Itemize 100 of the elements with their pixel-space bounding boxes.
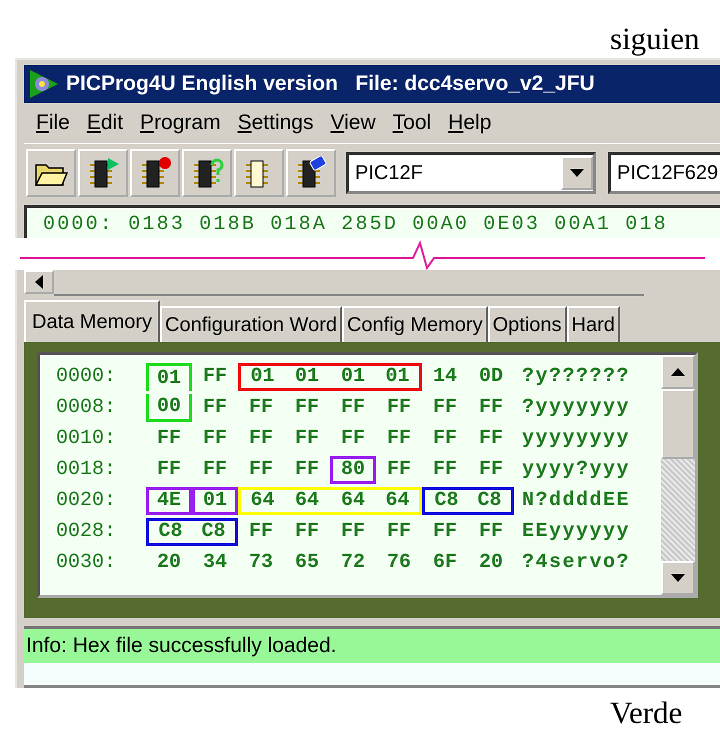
hex-byte: FF (432, 426, 458, 452)
menu-item[interactable]: Help (444, 111, 500, 135)
device-dropdown[interactable]: PIC12F629 (608, 152, 720, 194)
menu-item[interactable]: Settings (234, 111, 322, 135)
hex-byte: FF (340, 426, 366, 452)
hex-byte: FF (156, 457, 182, 483)
horizontal-scrollbar[interactable] (24, 270, 644, 296)
ascii-text: ?y?????? (522, 365, 630, 388)
hex-byte: 65 (294, 550, 320, 576)
hex-byte: FF (248, 426, 274, 452)
hex-byte: C8 (192, 518, 238, 546)
hex-byte: FF (202, 426, 228, 452)
hex-byte: FF (340, 395, 366, 421)
hex-byte: FF (478, 395, 504, 421)
hex-byte: 6F (432, 550, 458, 576)
toolbar-button[interactable] (286, 149, 336, 197)
hex-byte: FF (294, 457, 320, 483)
left-arrow-icon (35, 275, 43, 289)
document-text: Verde (610, 695, 682, 730)
status-text: Info: Hex file successfully loaded. (26, 634, 336, 658)
hex-byte: FF (202, 395, 228, 421)
scroll-left-button[interactable] (24, 270, 54, 294)
hex-byte: 64 (284, 486, 330, 514)
tab[interactable]: Data Memory (24, 300, 160, 342)
hex-byte: 73 (248, 550, 274, 576)
scroll-thumb[interactable] (661, 389, 695, 459)
hex-byte: 01 (146, 362, 192, 390)
scroll-up-button[interactable] (661, 355, 695, 389)
family-dropdown[interactable]: PIC12F (346, 152, 596, 194)
hex-byte: FF (340, 519, 366, 545)
hex-byte: 80 (330, 456, 376, 484)
menu-item[interactable]: Program (136, 111, 230, 135)
toolbar-button[interactable] (234, 149, 284, 197)
menu-item[interactable]: View (326, 111, 385, 135)
hex-byte: FF (386, 426, 412, 452)
hex-byte: 76 (386, 550, 412, 576)
ascii-text: ?yyyyyyy (522, 396, 630, 419)
hex-byte: FF (294, 395, 320, 421)
memory-address: 0028: (56, 520, 118, 543)
memory-address: 0000: (56, 365, 118, 388)
hex-byte: 14 (432, 364, 458, 390)
ascii-text: EEyyyyyy (522, 520, 630, 543)
ascii-text: yyyyyyyy (522, 427, 630, 450)
menu-item[interactable]: File (32, 111, 79, 135)
window-title: PICProg4U English version File: dcc4servo_v2_JFU (66, 72, 595, 96)
hex-byte: FF (248, 457, 274, 483)
hex-byte: 64 (238, 486, 284, 514)
memory-address: 0008: (56, 396, 118, 419)
down-arrow-icon (671, 574, 685, 582)
memory-address: 0018: (56, 458, 118, 481)
program-memory-line: 0000: 0183 018B 018A 285D 00A0 0E03 00A1 018 (43, 212, 668, 238)
vertical-scrollbar[interactable] (661, 355, 695, 595)
memory-address: 0030: (56, 551, 118, 574)
hex-byte: 64 (376, 486, 422, 514)
hex-byte: FF (432, 457, 458, 483)
hex-byte: C8 (422, 486, 468, 514)
toolbar-button[interactable] (78, 149, 128, 197)
scroll-down-button[interactable] (661, 561, 695, 595)
document-text: siguien (610, 20, 700, 58)
memory-address: 0010: (56, 427, 118, 450)
hex-byte: FF (386, 519, 412, 545)
hex-byte: FF (478, 457, 504, 483)
hex-byte: FF (478, 519, 504, 545)
hex-byte: 01 (330, 362, 376, 390)
hex-byte: 0D (478, 364, 504, 390)
up-arrow-icon (671, 368, 685, 376)
hex-byte: FF (386, 395, 412, 421)
hex-byte: 01 (192, 486, 238, 514)
hex-byte: FF (432, 395, 458, 421)
app-logo-icon (28, 69, 60, 99)
hex-byte: 4E (146, 486, 192, 514)
hex-byte: 01 (238, 362, 284, 390)
hex-byte: 01 (284, 362, 330, 390)
hex-byte: 01 (376, 362, 422, 390)
ascii-text: N?ddddEE (522, 489, 630, 512)
toolbar-button[interactable] (182, 149, 232, 197)
hex-byte: 00 (146, 394, 192, 422)
memory-address: 0020: (56, 489, 118, 512)
hex-byte: FF (294, 519, 320, 545)
hex-byte: 34 (202, 550, 228, 576)
hex-byte: FF (156, 426, 182, 452)
hex-byte: FF (432, 519, 458, 545)
hex-byte: 20 (156, 550, 182, 576)
hex-byte: FF (248, 395, 274, 421)
hex-byte: 72 (340, 550, 366, 576)
hex-byte: C8 (146, 518, 192, 546)
hex-byte: FF (202, 364, 228, 390)
hex-byte: FF (202, 457, 228, 483)
toolbar-button[interactable] (130, 149, 180, 197)
hex-byte: FF (294, 426, 320, 452)
ascii-text: yyyy?yyy (522, 458, 630, 481)
caret-icon (570, 169, 584, 177)
hex-byte: 64 (330, 486, 376, 514)
menu-item[interactable]: Edit (82, 111, 132, 135)
menu-item[interactable]: Tool (388, 111, 440, 135)
hex-byte: 20 (478, 550, 504, 576)
ascii-text: ?4servo? (522, 551, 630, 574)
hex-byte: C8 (468, 486, 514, 514)
hex-byte: FF (248, 519, 274, 545)
toolbar-button[interactable] (26, 149, 76, 197)
